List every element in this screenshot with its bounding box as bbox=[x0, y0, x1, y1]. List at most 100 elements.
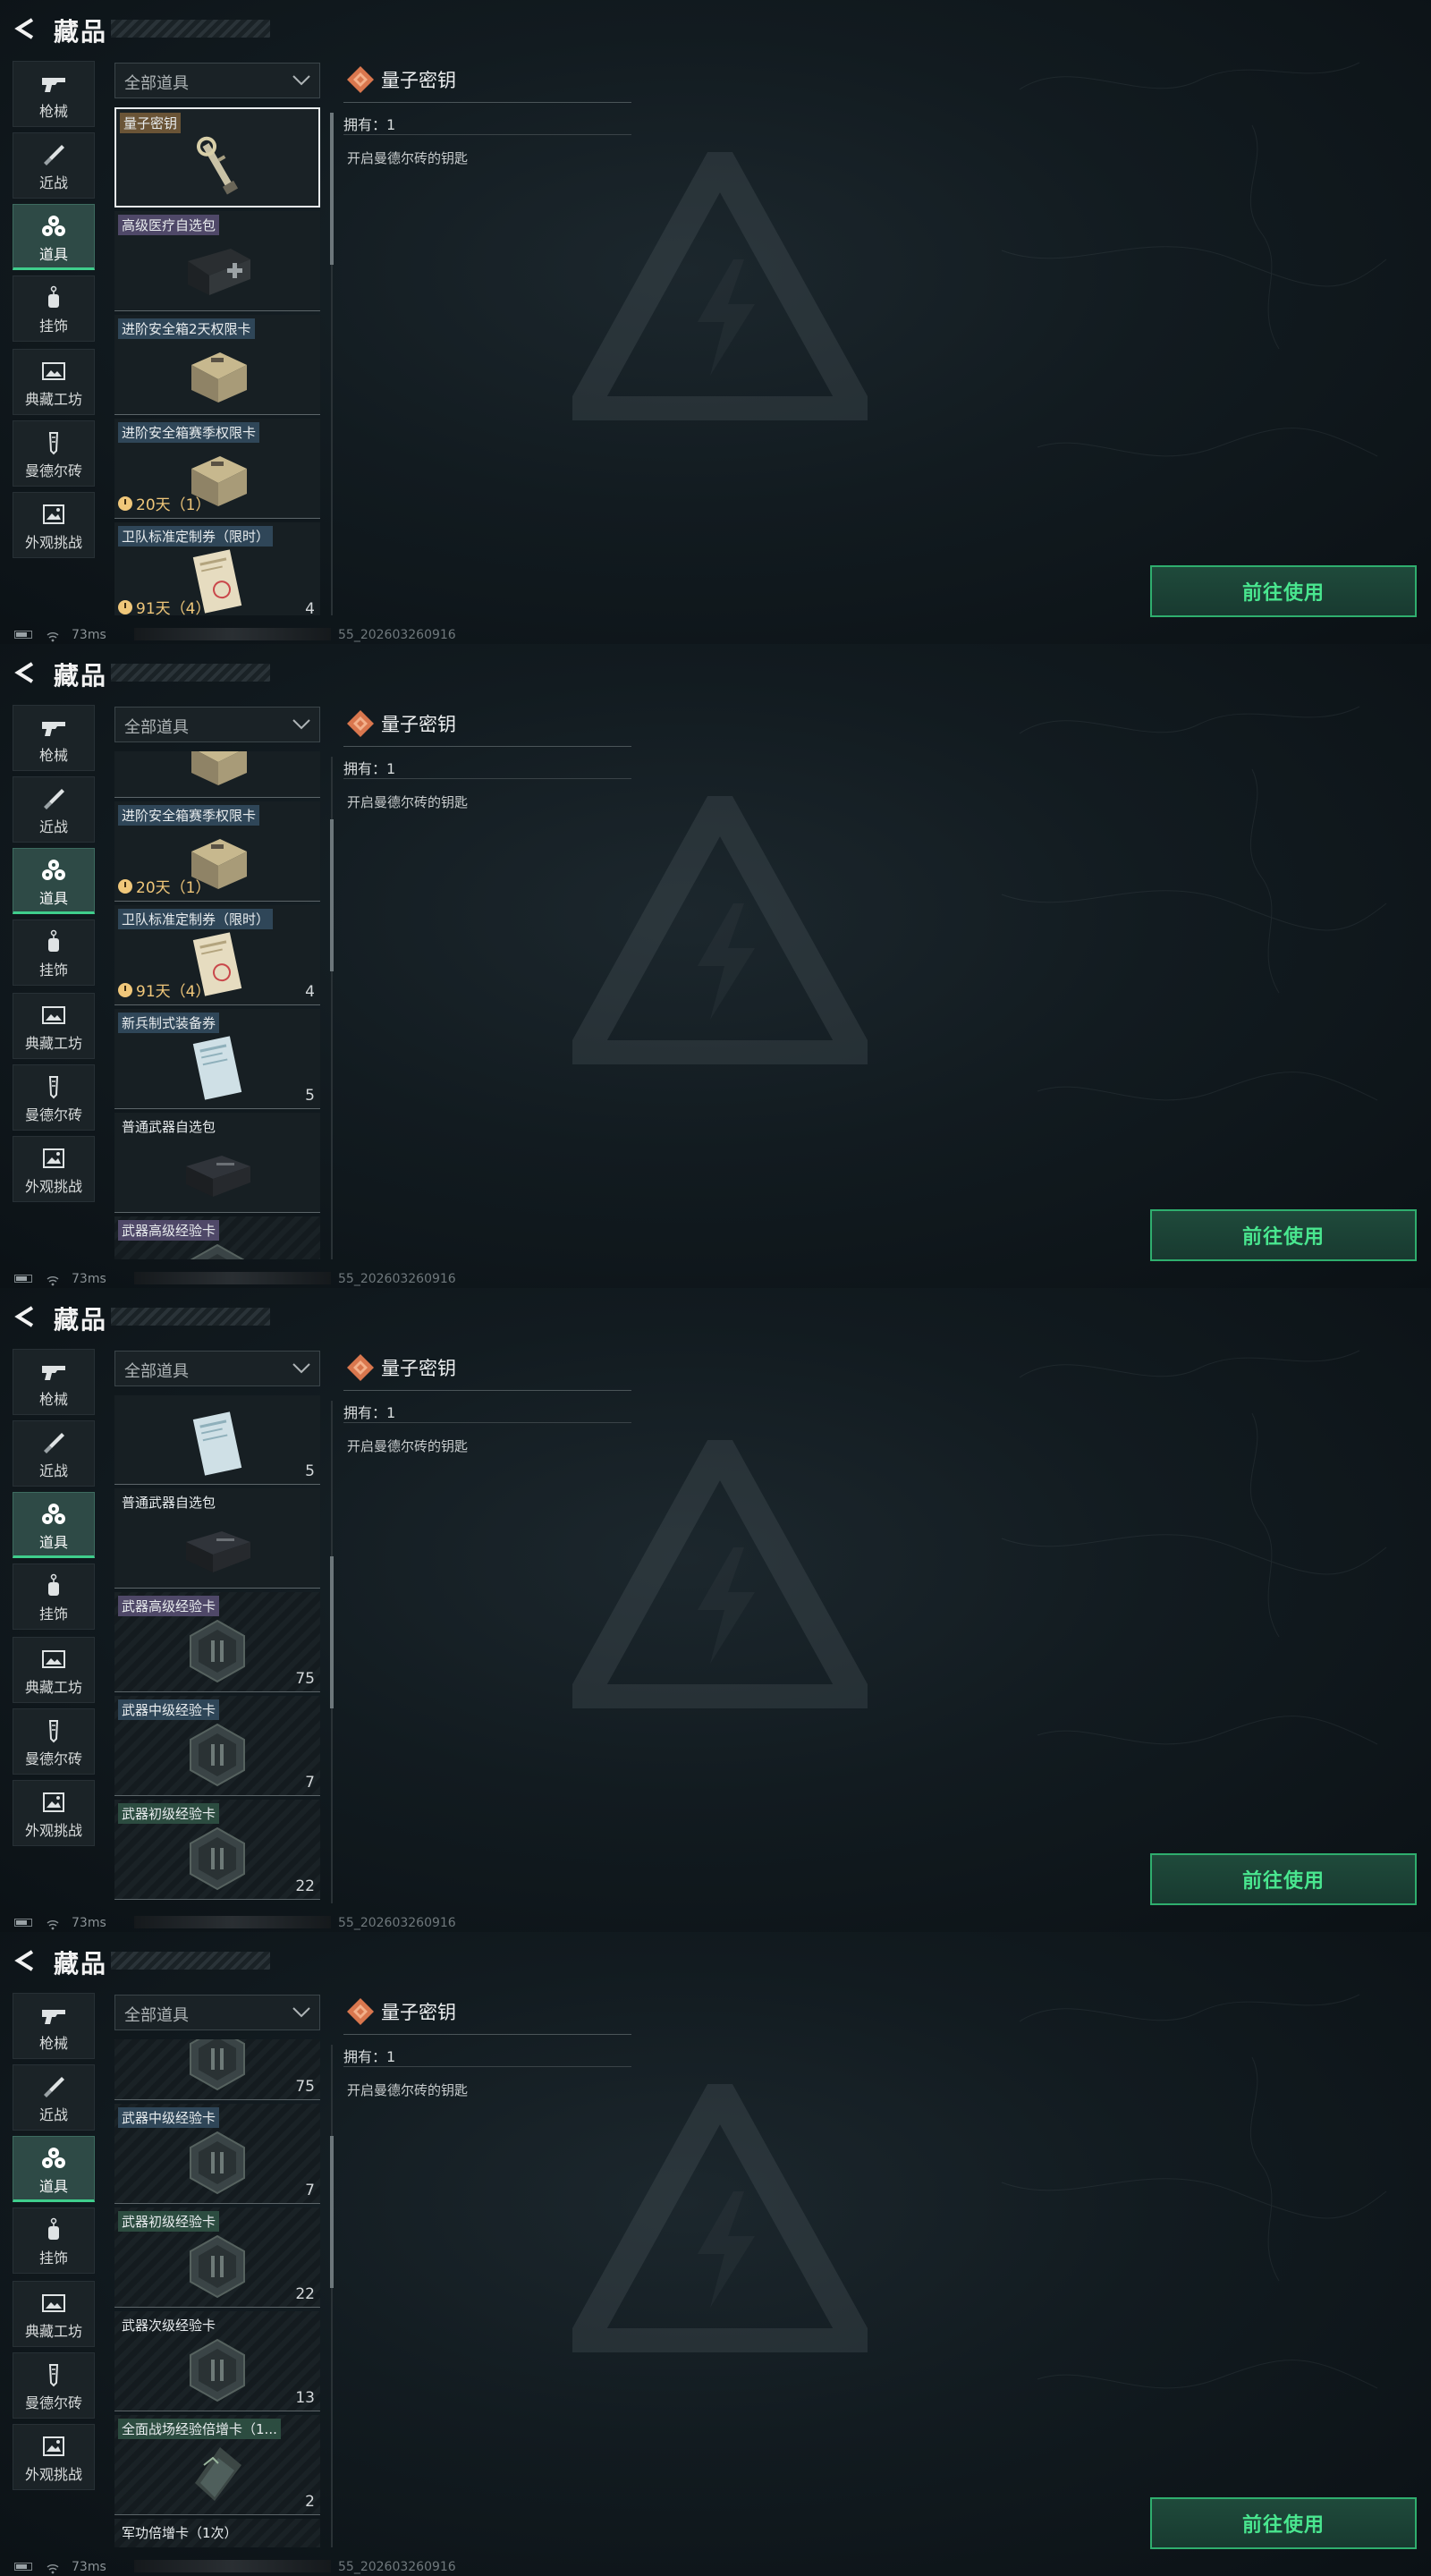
build-id-text: 55_202603260916 bbox=[338, 1916, 456, 1930]
list-item[interactable]: 进阶安全箱赛季权限卡 20天（1） bbox=[114, 801, 320, 902]
sidebar-item-items[interactable]: 道具 bbox=[13, 1492, 95, 1558]
item-list[interactable]: 75 武器中级经验卡 7 武器初级经验卡 22 武器次级经验卡 13 全面战场经验倍增卡（1.… bbox=[114, 2039, 320, 2547]
brick-icon bbox=[38, 1074, 69, 1099]
sidebar-item-knife[interactable]: 近战 bbox=[13, 2064, 95, 2131]
challenge-icon bbox=[38, 1146, 69, 1171]
list-item[interactable]: 武器高级经验卡 bbox=[114, 1216, 320, 1259]
sidebar-item-items[interactable]: 道具 bbox=[13, 204, 95, 270]
workshop-icon bbox=[38, 1647, 69, 1672]
item-thumbnail bbox=[177, 234, 258, 306]
sidebar-item-items[interactable]: 道具 bbox=[13, 2136, 95, 2202]
workshop-icon bbox=[38, 2291, 69, 2316]
sidebar-item-charm[interactable]: 挂饰 bbox=[13, 1563, 95, 1630]
item-thumbnail bbox=[177, 2039, 258, 2095]
list-item[interactable]: 新兵制式装备券 5 bbox=[114, 1009, 320, 1109]
scrollbar-thumb[interactable] bbox=[330, 113, 334, 265]
list-item[interactable]: 武器初级经验卡 22 bbox=[114, 2207, 320, 2308]
item-thumbnail bbox=[177, 1136, 258, 1208]
sidebar-item-knife[interactable]: 近战 bbox=[13, 776, 95, 843]
sidebar-item-challenge[interactable]: 外观挑战 bbox=[13, 492, 95, 558]
list-item[interactable]: 75 bbox=[114, 2039, 320, 2100]
go-use-button[interactable]: 前往使用 bbox=[1150, 1853, 1417, 1905]
filter-dropdown[interactable]: 全部道具 bbox=[114, 63, 320, 98]
page-title: 藏品 bbox=[54, 661, 108, 691]
list-item[interactable]: 武器高级经验卡 75 bbox=[114, 1592, 320, 1692]
list-item[interactable]: 军功倍增卡（1次） bbox=[114, 2519, 320, 2547]
back-arrow-icon[interactable] bbox=[13, 1304, 38, 1329]
item-timer-text: 20天（1） bbox=[136, 496, 211, 514]
list-item[interactable]: 卫队标准定制券（限时） 91天（4） 4 bbox=[114, 522, 320, 615]
build-id-text: 55_202603260916 bbox=[338, 1272, 456, 1286]
item-list[interactable]: 量子密钥 高级医疗自选包 进阶安全箱2天权限卡 进阶安全箱赛季权限卡 20天（1） 卫队标… bbox=[114, 107, 320, 615]
sidebar-item-challenge[interactable]: 外观挑战 bbox=[13, 1136, 95, 1202]
sidebar-item-knife[interactable]: 近战 bbox=[13, 1420, 95, 1487]
back-arrow-icon[interactable] bbox=[13, 16, 38, 41]
go-use-button[interactable]: 前往使用 bbox=[1150, 1209, 1417, 1261]
item-count: 4 bbox=[305, 983, 315, 1001]
filter-dropdown[interactable]: 全部道具 bbox=[114, 707, 320, 742]
list-item[interactable]: 全面战场经验倍增卡（1... 2 bbox=[114, 2415, 320, 2515]
sidebar-item-workshop[interactable]: 典藏工坊 bbox=[13, 2281, 95, 2347]
list-item[interactable]: 武器中级经验卡 7 bbox=[114, 2104, 320, 2204]
status-bar: 73ms 55_202603260916 bbox=[0, 2558, 1431, 2576]
sidebar-item-brick[interactable]: 曼德尔砖 bbox=[13, 2352, 95, 2419]
item-name: 武器初级经验卡 bbox=[118, 1803, 220, 1824]
quality-diamond-icon bbox=[345, 64, 376, 95]
challenge-icon bbox=[38, 1790, 69, 1815]
go-use-button[interactable]: 前往使用 bbox=[1150, 565, 1417, 617]
item-count: 7 bbox=[305, 2182, 315, 2199]
scrollbar-thumb[interactable] bbox=[330, 1556, 334, 1708]
sidebar-item-knife[interactable]: 近战 bbox=[13, 132, 95, 199]
list-item[interactable]: 武器中级经验卡 7 bbox=[114, 1696, 320, 1796]
sidebar-item-brick[interactable]: 曼德尔砖 bbox=[13, 1708, 95, 1775]
title-decoration bbox=[111, 664, 270, 682]
sidebar-item-charm[interactable]: 挂饰 bbox=[13, 2207, 95, 2274]
sidebar-item-brick[interactable]: 曼德尔砖 bbox=[13, 420, 95, 487]
sidebar-item-gun[interactable]: 枪械 bbox=[13, 1349, 95, 1415]
battery-icon bbox=[14, 2563, 32, 2571]
brick-icon bbox=[38, 430, 69, 455]
scrollbar-thumb[interactable] bbox=[330, 2136, 334, 2288]
sidebar-item-gun[interactable]: 枪械 bbox=[13, 705, 95, 771]
list-item[interactable]: 5 bbox=[114, 1395, 320, 1485]
list-item[interactable]: 普通武器自选包 bbox=[114, 1113, 320, 1213]
list-item[interactable] bbox=[114, 751, 320, 798]
scrollbar-track[interactable] bbox=[331, 2045, 333, 2547]
go-use-button[interactable]: 前往使用 bbox=[1150, 2497, 1417, 2549]
chevron-down-icon bbox=[291, 1359, 312, 1378]
sidebar-item-gun[interactable]: 枪械 bbox=[13, 1993, 95, 2059]
list-item[interactable]: 武器次级经验卡 13 bbox=[114, 2311, 320, 2411]
sidebar-item-challenge[interactable]: 外观挑战 bbox=[13, 1780, 95, 1846]
sidebar-item-workshop[interactable]: 典藏工坊 bbox=[13, 993, 95, 1059]
status-bar: 73ms 55_202603260916 bbox=[0, 626, 1431, 644]
list-item[interactable]: 高级医疗自选包 bbox=[114, 211, 320, 311]
sidebar-item-gun[interactable]: 枪械 bbox=[13, 61, 95, 127]
workshop-icon bbox=[38, 1003, 69, 1028]
list-item[interactable]: 卫队标准定制券（限时） 91天（4） 4 bbox=[114, 905, 320, 1005]
charm-icon bbox=[38, 929, 69, 954]
background-logo bbox=[555, 773, 885, 1071]
filter-dropdown[interactable]: 全部道具 bbox=[114, 1351, 320, 1386]
list-item[interactable]: 武器初级经验卡 22 bbox=[114, 1800, 320, 1900]
list-item[interactable]: 进阶安全箱赛季权限卡 20天（1） bbox=[114, 419, 320, 519]
item-list[interactable]: 进阶安全箱赛季权限卡 20天（1） 卫队标准定制券（限时） 91天（4） 4 新兵制式装备… bbox=[114, 751, 320, 1259]
list-item[interactable]: 进阶安全箱2天权限卡 bbox=[114, 315, 320, 415]
item-name: 武器中级经验卡 bbox=[118, 1699, 220, 1720]
back-arrow-icon[interactable] bbox=[13, 660, 38, 685]
sidebar-item-workshop[interactable]: 典藏工坊 bbox=[13, 349, 95, 415]
list-item[interactable]: 普通武器自选包 bbox=[114, 1488, 320, 1589]
filter-dropdown[interactable]: 全部道具 bbox=[114, 1995, 320, 2030]
sidebar-item-workshop[interactable]: 典藏工坊 bbox=[13, 1637, 95, 1703]
sidebar-item-charm[interactable]: 挂饰 bbox=[13, 919, 95, 986]
back-arrow-icon[interactable] bbox=[13, 1948, 38, 1973]
item-list[interactable]: 5 普通武器自选包 武器高级经验卡 75 武器中级经验卡 7 武器初级经验卡 22 bbox=[114, 1395, 320, 1903]
sidebar-item-brick[interactable]: 曼德尔砖 bbox=[13, 1064, 95, 1131]
sidebar-item-items[interactable]: 道具 bbox=[13, 848, 95, 914]
list-item[interactable]: 量子密钥 bbox=[114, 107, 320, 208]
sidebar-item-challenge[interactable]: 外观挑战 bbox=[13, 2424, 95, 2490]
build-id-text: 55_202603260916 bbox=[338, 628, 456, 642]
scrollbar-thumb[interactable] bbox=[330, 819, 334, 971]
sidebar-item-charm[interactable]: 挂饰 bbox=[13, 275, 95, 342]
background-map bbox=[984, 1950, 1395, 2504]
item-name: 进阶安全箱赛季权限卡 bbox=[118, 805, 260, 826]
